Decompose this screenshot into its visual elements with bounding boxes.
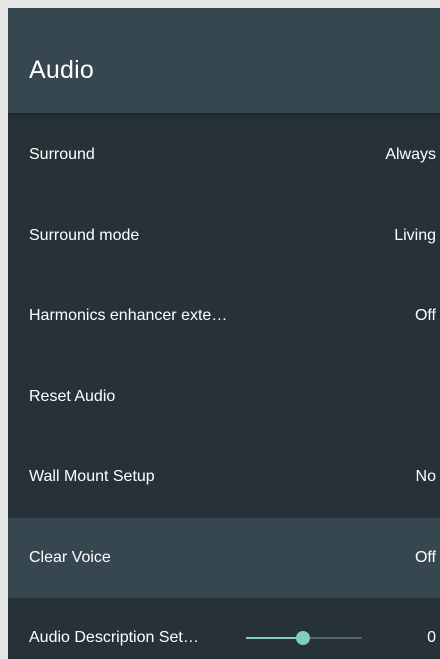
setting-label: Reset Audio bbox=[29, 387, 116, 405]
setting-value: Always bbox=[385, 146, 436, 164]
setting-value: No bbox=[415, 468, 436, 486]
setting-label: Clear Voice bbox=[29, 548, 111, 566]
slider-thumb[interactable] bbox=[296, 631, 310, 646]
audio-settings-panel: Audio Surround Always Surround mode Livi… bbox=[8, 8, 440, 659]
setting-label: Audio Description Set… bbox=[29, 629, 199, 647]
setting-reset-audio[interactable]: Reset Audio bbox=[8, 357, 440, 438]
setting-label: Surround bbox=[29, 146, 95, 164]
setting-label: Harmonics enhancer exte… bbox=[29, 307, 228, 325]
page-title: Audio bbox=[29, 56, 94, 84]
setting-value: Living bbox=[394, 226, 436, 244]
setting-value: 0 bbox=[427, 629, 436, 647]
slider-fill bbox=[246, 637, 303, 640]
setting-value: Off bbox=[414, 548, 436, 566]
setting-wall-mount-setup[interactable]: Wall Mount Setup No bbox=[8, 437, 440, 518]
setting-surround-mode[interactable]: Surround mode Living bbox=[8, 196, 440, 277]
setting-audio-description[interactable]: Audio Description Set… 0 bbox=[8, 598, 440, 659]
setting-harmonics-enhancer[interactable]: Harmonics enhancer exte… Off bbox=[8, 276, 440, 357]
setting-clear-voice[interactable]: Clear Voice Off bbox=[8, 517, 440, 598]
setting-surround[interactable]: Surround Always bbox=[8, 115, 440, 196]
setting-label: Wall Mount Setup bbox=[29, 468, 155, 486]
setting-label: Surround mode bbox=[29, 226, 140, 244]
setting-value: Off bbox=[414, 307, 436, 325]
audio-description-slider[interactable] bbox=[246, 631, 362, 646]
panel-header: Audio bbox=[8, 8, 440, 113]
settings-list: Surround Always Surround mode Living Har… bbox=[8, 115, 440, 659]
